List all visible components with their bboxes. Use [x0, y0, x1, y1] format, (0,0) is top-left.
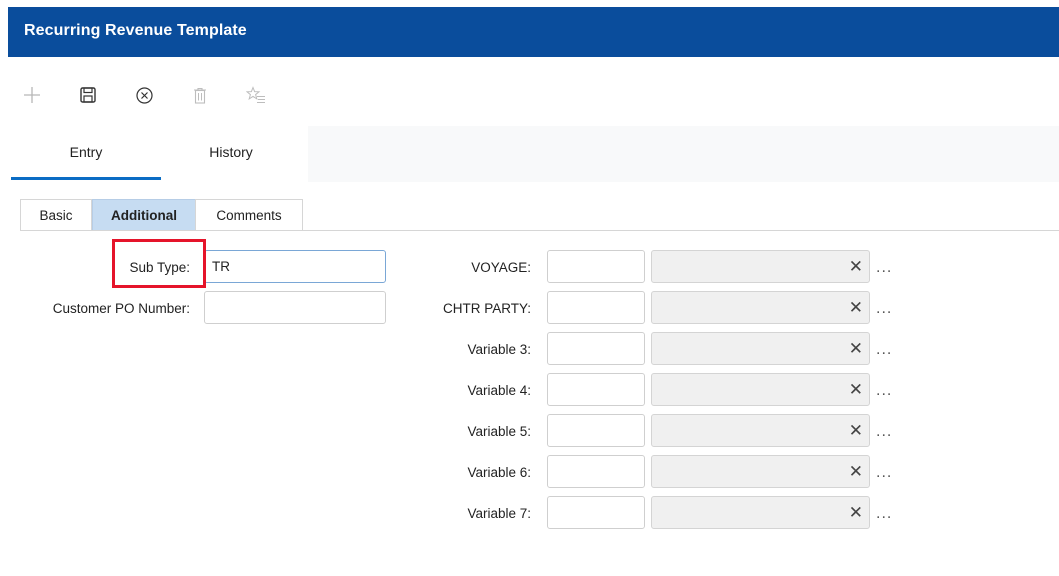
main-tabs: Entry History	[8, 126, 1059, 182]
highlight-box	[112, 239, 206, 288]
lookup-button[interactable]: ...	[876, 464, 892, 482]
variable-desc-chtr-party: ✕	[651, 291, 870, 324]
variable-desc-voyage: ✕	[651, 250, 870, 283]
variable-code-7[interactable]	[547, 496, 645, 529]
clear-icon[interactable]: ✕	[849, 503, 863, 523]
variable-label-4: Variable 4:	[467, 383, 531, 398]
active-tab-indicator	[11, 177, 161, 180]
favorite-button[interactable]	[242, 78, 270, 112]
add-button[interactable]	[18, 78, 46, 112]
clear-icon[interactable]: ✕	[849, 298, 863, 318]
variable-code-6[interactable]	[547, 455, 645, 488]
favorite-icon	[246, 86, 265, 103]
variable-code-chtr-party[interactable]	[547, 291, 645, 324]
variable-label-6: Variable 6:	[467, 465, 531, 480]
trash-icon	[194, 87, 206, 104]
subtab-basic[interactable]: Basic	[20, 199, 92, 231]
lookup-button[interactable]: ...	[876, 382, 892, 400]
sub-type-input[interactable]: TR	[204, 250, 386, 283]
variable-label-chtr-party: CHTR PARTY:	[442, 301, 531, 316]
subtab-divider	[20, 230, 1059, 231]
title-bar: Recurring Revenue Template	[8, 7, 1059, 57]
clear-icon[interactable]: ✕	[849, 339, 863, 359]
customer-po-label: Customer PO Number:	[52, 301, 190, 316]
customer-po-input[interactable]	[204, 291, 386, 324]
toolbar	[8, 78, 308, 112]
lookup-button[interactable]: ...	[876, 341, 892, 359]
clear-icon[interactable]: ✕	[849, 257, 863, 277]
tab-history[interactable]: History	[181, 144, 281, 160]
variable-label-7: Variable 7:	[467, 506, 531, 521]
window-title: Recurring Revenue Template	[24, 22, 247, 39]
variable-desc-4: ✕	[651, 373, 870, 406]
variable-desc-6: ✕	[651, 455, 870, 488]
lookup-button[interactable]: ...	[876, 505, 892, 523]
variable-code-3[interactable]	[547, 332, 645, 365]
variable-label-5: Variable 5:	[467, 424, 531, 439]
lookup-button[interactable]: ...	[876, 423, 892, 441]
tab-entry[interactable]: Entry	[11, 144, 161, 160]
variable-label-voyage: VOYAGE:	[471, 260, 531, 275]
cancel-button[interactable]	[130, 78, 158, 112]
clear-icon[interactable]: ✕	[849, 380, 863, 400]
lookup-button[interactable]: ...	[876, 259, 892, 277]
cancel-icon	[135, 86, 153, 104]
variable-desc-5: ✕	[651, 414, 870, 447]
variable-code-voyage[interactable]	[547, 250, 645, 283]
variable-label-3: Variable 3:	[467, 342, 531, 357]
clear-icon[interactable]: ✕	[849, 421, 863, 441]
variable-desc-7: ✕	[651, 496, 870, 529]
plus-icon	[24, 87, 40, 103]
subtab-comments[interactable]: Comments	[195, 199, 303, 231]
delete-button[interactable]	[186, 78, 214, 112]
variable-code-5[interactable]	[547, 414, 645, 447]
save-icon	[80, 87, 96, 103]
lookup-button[interactable]: ...	[876, 300, 892, 318]
save-button[interactable]	[74, 78, 102, 112]
variable-code-4[interactable]	[547, 373, 645, 406]
clear-icon[interactable]: ✕	[849, 462, 863, 482]
variable-desc-3: ✕	[651, 332, 870, 365]
subtab-additional[interactable]: Additional	[92, 199, 196, 231]
